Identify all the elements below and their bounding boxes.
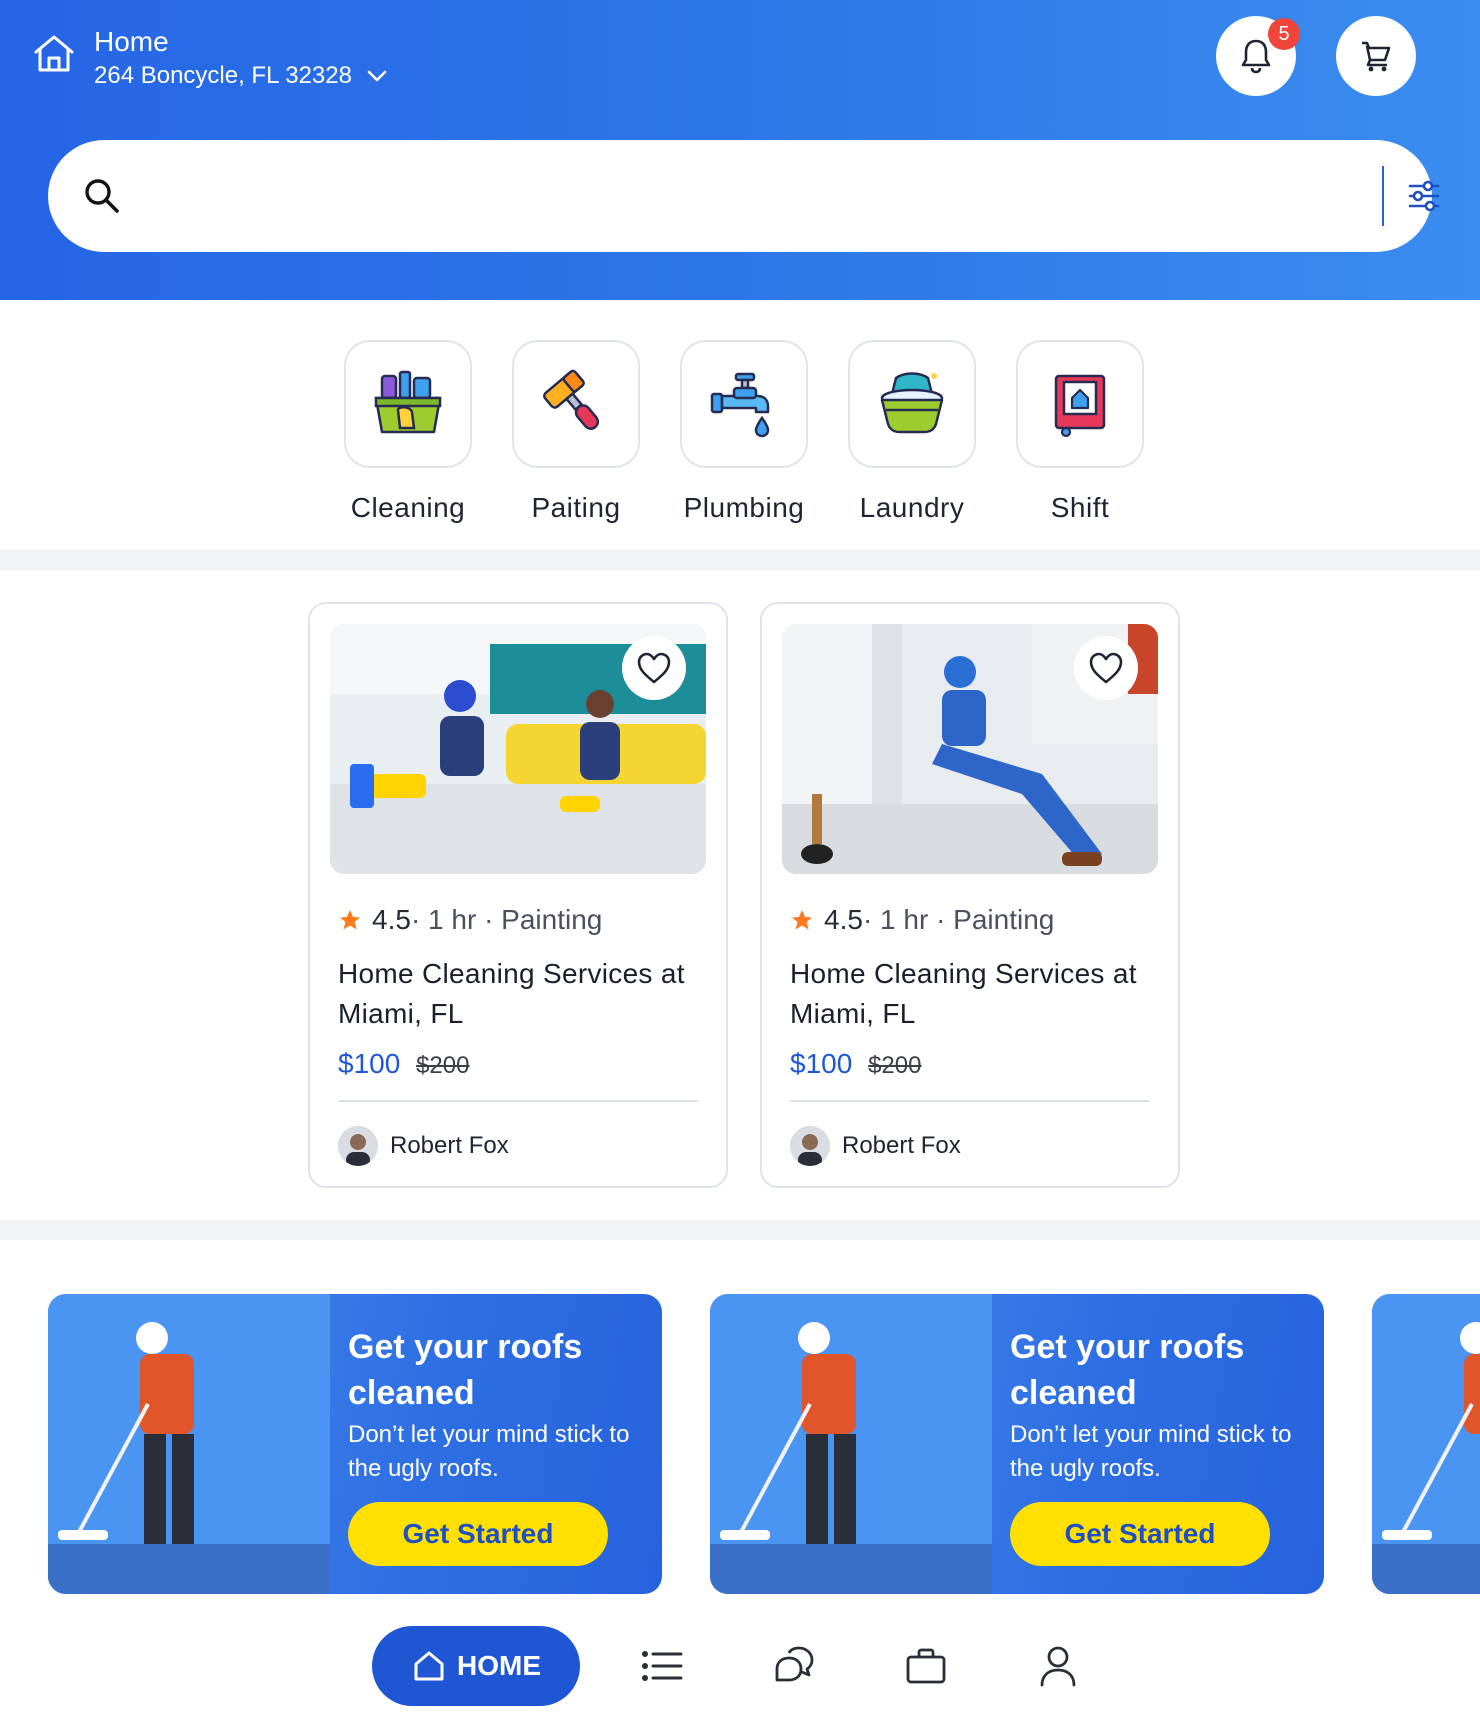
favorite-button[interactable]	[1074, 636, 1138, 700]
nav-chat-tab[interactable]	[772, 1644, 816, 1688]
chat-icon	[775, 1646, 814, 1682]
laundry-basin-icon	[848, 340, 976, 468]
promo-photo-roof-cleaner	[710, 1294, 992, 1594]
search-input[interactable]	[144, 168, 1364, 224]
home-icon	[414, 1651, 444, 1681]
star-icon	[340, 910, 360, 930]
category-label: Shift	[1050, 492, 1110, 523]
promo-banner-peek[interactable]	[1372, 1294, 1480, 1594]
service-old-price: $200	[868, 1052, 922, 1079]
category-label: Paiting	[531, 492, 621, 523]
filter-sliders-icon[interactable]	[1406, 176, 1442, 216]
briefcase-icon	[906, 1648, 946, 1684]
category-label: Laundry	[859, 492, 965, 523]
list-icon	[642, 1651, 683, 1681]
category-cleaning[interactable]: Cleaning	[344, 340, 472, 524]
category-paiting[interactable]: Paiting	[512, 340, 640, 524]
nav-profile-tab[interactable]	[1036, 1644, 1080, 1688]
avatar	[338, 1126, 378, 1166]
paint-roller-icon	[512, 340, 640, 468]
author-name: Robert Fox	[842, 1132, 961, 1159]
service-title: Home Cleaning Services at Miami, FL	[338, 958, 685, 1029]
nav-list-tab[interactable]	[640, 1644, 684, 1688]
heart-icon	[637, 652, 671, 684]
service-price: $100	[790, 1048, 853, 1079]
author-name: Robert Fox	[390, 1132, 509, 1159]
avatar	[790, 1126, 830, 1166]
notification-badge: 5	[1268, 18, 1300, 50]
category-label: Cleaning	[350, 492, 466, 523]
nav-bookings-tab[interactable]	[904, 1644, 948, 1688]
search-divider	[1382, 166, 1384, 226]
star-icon	[792, 910, 812, 930]
service-card[interactable]: 4.5 · 1 hr · Painting Home Cleaning Serv…	[308, 602, 728, 1188]
service-title: Home Cleaning Services at Miami, FL	[790, 958, 1137, 1029]
service-card[interactable]: 4.5 · 1 hr · Painting Home Cleaning Serv…	[760, 602, 1180, 1188]
promo-banner[interactable]: Get your roofs cleaned Don’t let your mi…	[48, 1294, 662, 1594]
categories-row: Cleaning Paiting Plumbing Laundry Shift	[0, 300, 1480, 550]
cleaning-basket-icon	[344, 340, 472, 468]
service-meta: · 1 hr · Painting	[862, 904, 1055, 935]
get-started-button[interactable]: Get Started	[1010, 1502, 1270, 1566]
favorite-button[interactable]	[622, 636, 686, 700]
location-title: Home	[94, 26, 169, 57]
promo-title: Get your roofs cleaned	[348, 1328, 583, 1412]
promo-title: Get your roofs cleaned	[1010, 1328, 1245, 1412]
cart-button[interactable]	[1336, 16, 1416, 96]
promo-description: Don’t let your mind stick to the ugly ro…	[1010, 1421, 1292, 1482]
faucet-icon	[680, 340, 808, 468]
rating-value: 4.5	[824, 904, 863, 935]
card-divider	[338, 1100, 698, 1102]
category-label: Plumbing	[683, 492, 805, 523]
moving-box-icon	[1016, 340, 1144, 468]
cart-icon	[1362, 41, 1391, 72]
search-icon	[85, 179, 119, 213]
nav-home-tab[interactable]: HOME	[372, 1626, 580, 1706]
bell-icon	[1241, 39, 1271, 74]
service-price: $100	[338, 1048, 401, 1079]
promo-banner[interactable]: Get your roofs cleaned Don’t let your mi…	[710, 1294, 1324, 1594]
service-meta: · 1 hr · Painting	[410, 904, 603, 935]
nav-home-label: HOME	[457, 1650, 541, 1681]
promo-photo-roof-cleaner	[48, 1294, 330, 1594]
heart-icon	[1089, 652, 1123, 684]
notifications-button[interactable]: 5	[1216, 16, 1300, 96]
category-plumbing[interactable]: Plumbing	[680, 340, 808, 524]
search-bar	[48, 140, 1440, 252]
get-started-button[interactable]: Get Started	[348, 1502, 608, 1566]
bottom-navigation: HOME	[0, 1610, 1480, 1730]
card-divider	[790, 1100, 1150, 1102]
category-laundry[interactable]: Laundry	[848, 340, 976, 524]
promo-photo-roof-cleaner	[1372, 1294, 1480, 1594]
header: Home 264 Boncycle, FL 32328 5	[0, 0, 1480, 300]
service-old-price: $200	[416, 1052, 470, 1079]
section-separator	[0, 1220, 1480, 1240]
location-address: 264 Boncycle, FL 32328	[94, 62, 352, 89]
promo-description: Don’t let your mind stick to the ugly ro…	[348, 1421, 630, 1482]
category-shift[interactable]: Shift	[1016, 340, 1144, 524]
service-photo-plumber	[782, 624, 1158, 874]
home-outline-icon	[34, 35, 74, 72]
section-separator	[0, 550, 1480, 570]
profile-icon	[1040, 1646, 1076, 1687]
location-selector[interactable]: Home 264 Boncycle, FL 32328	[30, 24, 388, 92]
service-photo-cleaning	[330, 624, 706, 874]
chevron-down-icon[interactable]	[366, 69, 388, 83]
rating-value: 4.5	[372, 904, 411, 935]
